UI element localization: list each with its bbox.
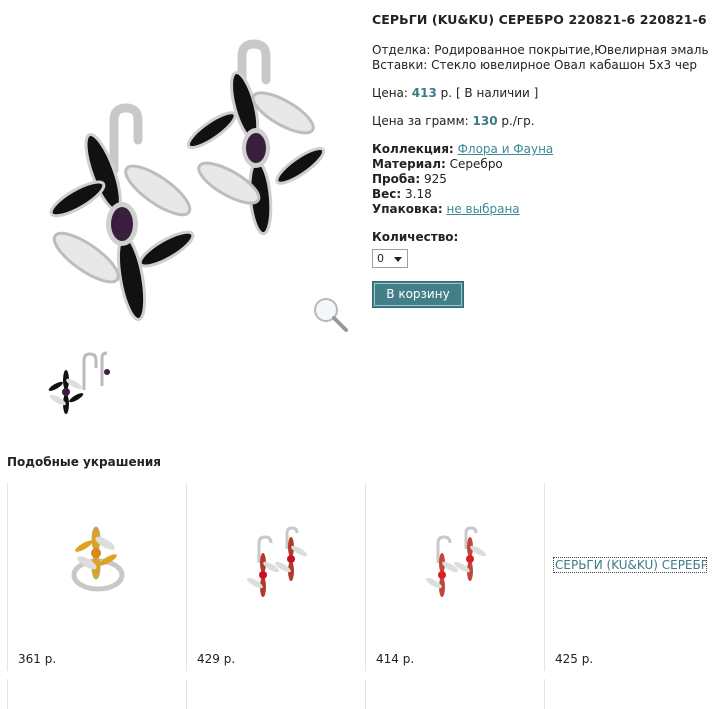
zoom-magnifier-icon[interactable] (312, 296, 350, 337)
probe-value: 925 (423, 172, 447, 186)
finish-value: Родированное покрытие,Ювелирная эмаль (434, 43, 709, 57)
similar-item[interactable]: 414 р. (365, 483, 544, 671)
collection-label: Коллекция: (372, 142, 454, 156)
material-label: Материал: (372, 157, 446, 171)
ring-image (71, 526, 125, 592)
price-per-gram-line: Цена за грамм: 130 р./гр. (372, 114, 712, 129)
product-title: СЕРЬГИ (KU&KU) СЕРЕБРО 220821-6 220821-6 (372, 12, 707, 27)
packaging-link[interactable]: не выбрана (447, 202, 520, 216)
inserts-value: Стекло ювелирное Овал кабашон 5х3 чер (431, 58, 697, 72)
packaging-label: Упаковка: (372, 202, 443, 216)
earrings-image (246, 526, 308, 597)
quantity-select[interactable]: 0 (372, 249, 408, 268)
price-line: Цена: 413 р. [ В наличии ] (372, 86, 712, 101)
collection-line: Коллекция: Флора и Фауна (372, 142, 712, 157)
probe-label: Проба: (372, 172, 421, 186)
price-unit: р. (440, 86, 453, 100)
product-thumbnail[interactable] (44, 350, 116, 416)
similar-item-price: 361 р. (18, 652, 57, 666)
similar-item[interactable]: 361 р. (7, 483, 186, 671)
material-line: Материал: Серебро (372, 157, 712, 172)
price-per-gram-unit: р./гр. (501, 114, 535, 128)
inserts-line: Вставки: Стекло ювелирное Овал кабашон 5… (372, 58, 712, 73)
material-value: Серебро (449, 157, 503, 171)
similar-row-2-cell (186, 679, 365, 709)
availability-status: [ В наличии ] (455, 86, 539, 100)
similar-item-price: 414 р. (376, 652, 415, 666)
price-label: Цена: (372, 86, 408, 100)
weight-label: Вес: (372, 187, 402, 201)
add-to-cart-button[interactable]: В корзину (372, 281, 464, 308)
similar-item[interactable]: 429 р. (186, 483, 365, 671)
price-per-gram-label: Цена за грамм: (372, 114, 469, 128)
similar-item-price: 429 р. (197, 652, 236, 666)
similar-section-title: Подобные украшения (7, 455, 162, 469)
dropdown-arrow-icon (394, 257, 402, 262)
quantity-label: Количество: (372, 230, 459, 244)
similar-item-link[interactable]: СЕРЬГИ (KU&KU) СЕРЕБРО (553, 557, 707, 573)
probe-line: Проба: 925 (372, 172, 712, 187)
similar-item-price: 425 р. (555, 652, 594, 666)
collection-link[interactable]: Флора и Фауна (458, 142, 554, 156)
weight-value: 3.18 (405, 187, 432, 201)
similar-item[interactable]: СЕРЬГИ (KU&KU) СЕРЕБРО 425 р. (544, 483, 716, 671)
earrings-illustration (28, 10, 350, 334)
price-per-gram-value: 130 (472, 114, 498, 128)
product-info: СЕРЬГИ (KU&KU) СЕРЕБРО 220821-6 220821-6… (372, 12, 712, 308)
price-value: 413 (411, 86, 437, 100)
earrings-image (425, 526, 487, 597)
finish-label: Отделка: (372, 43, 431, 57)
similar-row-2-cell (7, 679, 186, 709)
inserts-label: Вставки: (372, 58, 428, 72)
packaging-line: Упаковка: не выбрана (372, 202, 712, 217)
similar-row-2-cell (365, 679, 544, 709)
product-main-image[interactable] (28, 10, 350, 334)
weight-line: Вес: 3.18 (372, 187, 712, 202)
quantity-value: 0 (377, 252, 384, 265)
similar-row-2-cell (544, 679, 716, 709)
finish-line: Отделка: Родированное покрытие,Ювелирная… (372, 43, 712, 58)
